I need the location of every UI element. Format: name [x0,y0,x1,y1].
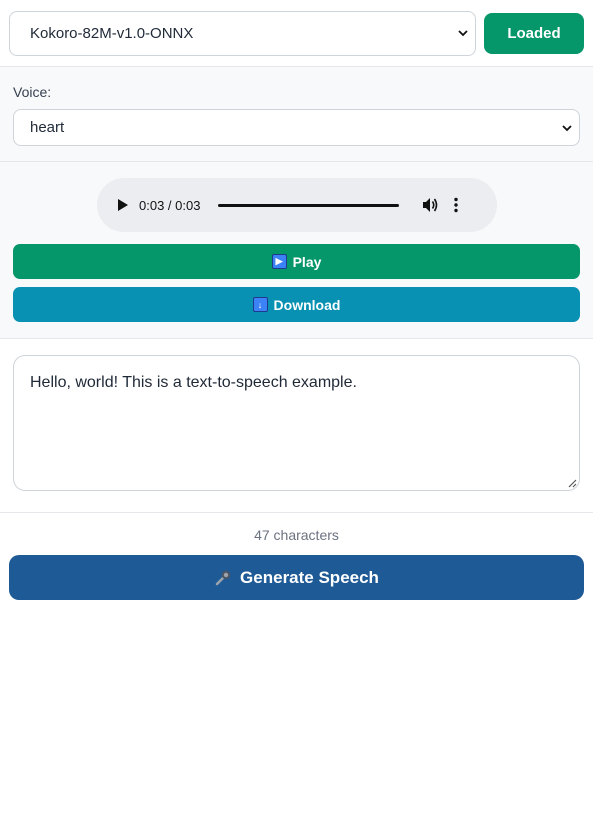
play-icon[interactable] [117,198,129,212]
character-count: 47 characters [254,527,339,543]
play-emoji-icon: ▶ [271,254,287,269]
microphone-icon [215,570,231,585]
audio-time: 0:03 / 0:03 [139,197,201,213]
voice-select-value: heart [30,119,65,136]
text-section: Hello, world! This is a text-to-speech e… [0,339,593,513]
voice-section: Voice: heart [0,67,593,162]
text-input-value: Hello, world! This is a text-to-speech e… [30,374,357,391]
player-section: 0:03 / 0:03 ▶ Play ↓ Download [0,162,593,339]
model-select[interactable]: Kokoro-82M-v1.0-ONNX [9,10,476,56]
audio-player[interactable]: 0:03 / 0:03 [97,178,497,232]
download-button-label: Download [273,296,341,313]
model-status-button[interactable]: Loaded [484,12,584,54]
chevron-down-icon [562,124,572,131]
generate-speech-label: Generate Speech [240,567,379,587]
audio-progress-bar[interactable] [218,203,400,207]
model-select-value: Kokoro-82M-v1.0-ONNX [30,24,194,42]
chevron-down-icon [458,30,468,37]
resize-grip-icon[interactable] [567,478,577,488]
play-button[interactable]: ▶ Play [13,244,580,279]
voice-select[interactable]: heart [13,109,580,146]
volume-icon[interactable] [421,196,439,214]
text-input[interactable]: Hello, world! This is a text-to-speech e… [13,355,580,491]
model-bar: Kokoro-82M-v1.0-ONNX Loaded [0,0,593,67]
voice-label: Voice: [13,84,52,100]
more-options-icon[interactable] [453,197,459,213]
generate-speech-button[interactable]: Generate Speech [9,555,584,600]
down-arrow-emoji-icon: ↓ [252,297,268,312]
play-button-label: Play [292,253,322,270]
download-button[interactable]: ↓ Download [13,287,580,322]
